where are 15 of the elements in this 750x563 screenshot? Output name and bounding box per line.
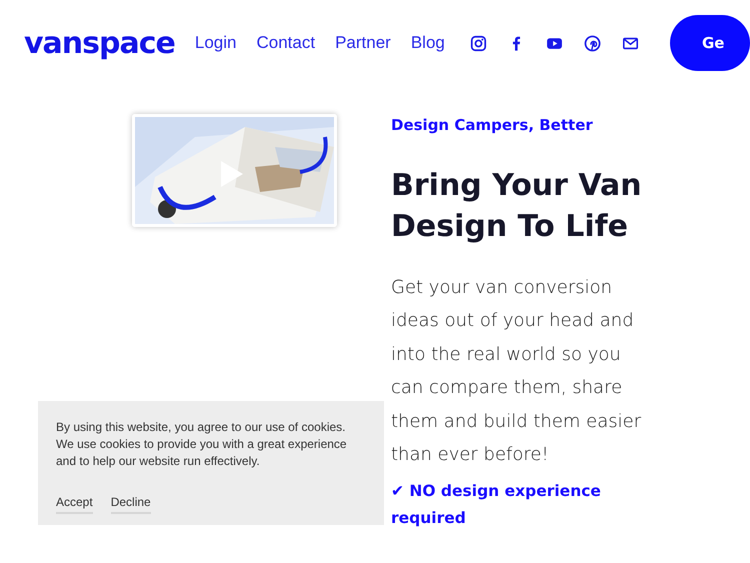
logo[interactable]: vanspace [24, 20, 175, 66]
cookie-button[interactable]: Accept [56, 493, 93, 514]
cookie-text: By using this website, you agree to our use of cookies. We use cookies to provide you with a great experience and to help our website run effectively. [56, 419, 348, 470]
nav-link[interactable]: Blog [410, 30, 445, 56]
nav-link[interactable]: Partner [335, 30, 391, 56]
feature-text: ✔ NO design experience required [391, 480, 602, 528]
cta-button[interactable]: Ge [670, 15, 750, 71]
eyebrow-text: Design Campers, Better [391, 115, 594, 136]
instagram-icon[interactable] [470, 34, 487, 52]
pinterest-icon[interactable] [584, 34, 601, 52]
hero-heading: Bring Your Van Design To Life [391, 166, 643, 246]
hero-paragraph: Get your van conversion ideas out of your head and into the real world so you can compare them, share them and build them easier than ever before! [391, 276, 642, 467]
nav-link[interactable]: Login [194, 30, 236, 56]
nav-link[interactable]: Contact [256, 30, 316, 56]
cookie-button[interactable]: Decline [110, 493, 151, 514]
